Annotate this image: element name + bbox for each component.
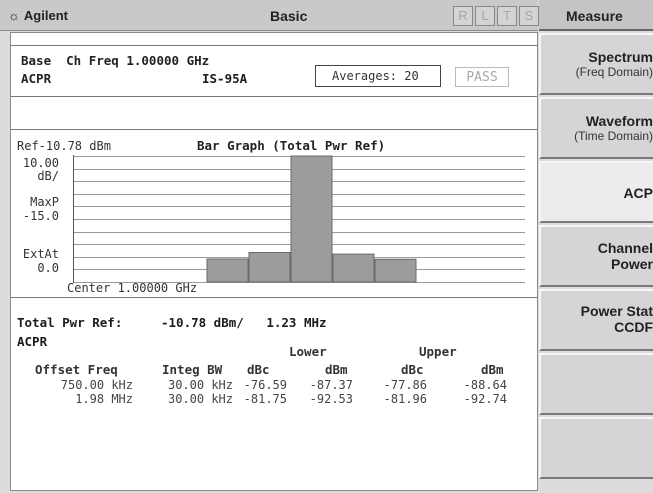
column-integ-bw: Integ BW: [162, 362, 223, 377]
softkey-label: Waveform: [585, 113, 653, 129]
softkey-sublabel: (Time Domain): [574, 129, 653, 143]
softkey-power-stat-ccdf[interactable]: Power Stat CCDF: [539, 289, 653, 351]
extat-label: ExtAt: [22, 247, 59, 261]
divider: [11, 297, 537, 298]
brand-name: Agilent: [23, 8, 68, 23]
column-upper-dbm: dBm: [481, 362, 504, 377]
table-cell: -92.53: [309, 392, 353, 406]
ref-level-label: Ref-10.78 dBm: [17, 139, 111, 153]
indicator-l: L: [475, 6, 495, 26]
table-cell: -76.59: [243, 378, 287, 392]
maxp-label: MaxP: [30, 195, 59, 209]
upper-header: Upper: [419, 344, 457, 359]
scale-unit: dB/: [37, 169, 59, 183]
graph-title: Bar Graph (Total Pwr Ref): [197, 138, 386, 153]
table-cell: 750.00 kHz: [60, 378, 133, 392]
bar--750-00-khz: [332, 253, 375, 283]
divider: [11, 96, 537, 97]
total-power-value: -10.78 dBm/ 1.23 MHz: [161, 315, 327, 330]
menu-title: Measure: [539, 0, 653, 31]
softkey-label: Spectrum: [588, 49, 653, 65]
table-cell: 1.98 MHz: [75, 392, 133, 406]
maxp-value: -15.0: [22, 209, 59, 223]
title-bar: ☼ Agilent Basic R L T S: [0, 0, 539, 31]
softkey-label: ACP: [623, 185, 653, 201]
status-indicators: R L T S: [453, 6, 539, 26]
total-power-label: Total Pwr Ref:: [17, 315, 123, 330]
indicator-t: T: [497, 6, 517, 26]
column-upper-dbc: dBc: [401, 362, 424, 377]
bar--1-98-mhz: [206, 258, 249, 283]
softkey-label-line2: Power: [610, 256, 653, 272]
softkey-spectrum[interactable]: Spectrum (Freq Domain): [539, 33, 653, 95]
table-cell: 30.00 kHz: [167, 392, 233, 406]
divider: [11, 129, 537, 130]
softkey-channel-power[interactable]: Channel Power: [539, 225, 653, 287]
softkey-sublabel: (Freq Domain): [575, 65, 653, 79]
bar-ref: [290, 155, 333, 283]
scale-value: 10.00: [22, 156, 59, 170]
measurement-name: ACPR: [21, 71, 52, 86]
indicator-s: S: [519, 6, 539, 26]
brand-logo: ☼ Agilent: [8, 8, 68, 23]
measurement-display: Base Ch Freq 1.00000 GHz ACPR IS-95A Ave…: [10, 32, 538, 491]
lower-header: Lower: [289, 344, 327, 359]
agilent-spark-icon: ☼: [8, 8, 20, 23]
mode-title: Basic: [270, 8, 308, 24]
table-cell: -88.64: [463, 378, 507, 392]
bar--750-00-khz: [248, 252, 291, 283]
channel-frequency: Base Ch Freq 1.00000 GHz: [21, 53, 210, 68]
averages-box: Averages: 20: [315, 65, 441, 87]
acpr-label: ACPR: [17, 334, 48, 349]
softkey-label: Power Stat: [580, 303, 653, 319]
pass-indicator: PASS: [455, 67, 509, 87]
table-cell: -77.86: [383, 378, 427, 392]
table-cell: -81.75: [243, 392, 287, 406]
center-frequency-label: Center 1.00000 GHz: [67, 281, 198, 295]
extat-value: 0.0: [37, 261, 59, 275]
bar-graph: [73, 155, 525, 283]
divider: [11, 45, 537, 46]
indicator-r: R: [453, 6, 473, 26]
radio-standard: IS-95A: [202, 71, 248, 86]
table-cell: 30.00 kHz: [167, 378, 233, 392]
column-offset-freq: Offset Freq: [35, 362, 118, 377]
bar--1-98-mhz: [374, 258, 417, 283]
softkey-waveform[interactable]: Waveform (Time Domain): [539, 97, 653, 159]
table-cell: -87.37: [309, 378, 353, 392]
column-lower-dbm: dBm: [325, 362, 348, 377]
column-lower-dbc: dBc: [247, 362, 270, 377]
softkey-label-line2: CCDF: [614, 319, 653, 335]
softkey-acp[interactable]: ACP: [539, 161, 653, 223]
softkey-blank-2[interactable]: [539, 417, 653, 479]
softkey-label: Channel: [597, 240, 653, 256]
table-cell: -81.96: [383, 392, 427, 406]
softkey-blank-1[interactable]: [539, 353, 653, 415]
table-cell: -92.74: [463, 392, 507, 406]
